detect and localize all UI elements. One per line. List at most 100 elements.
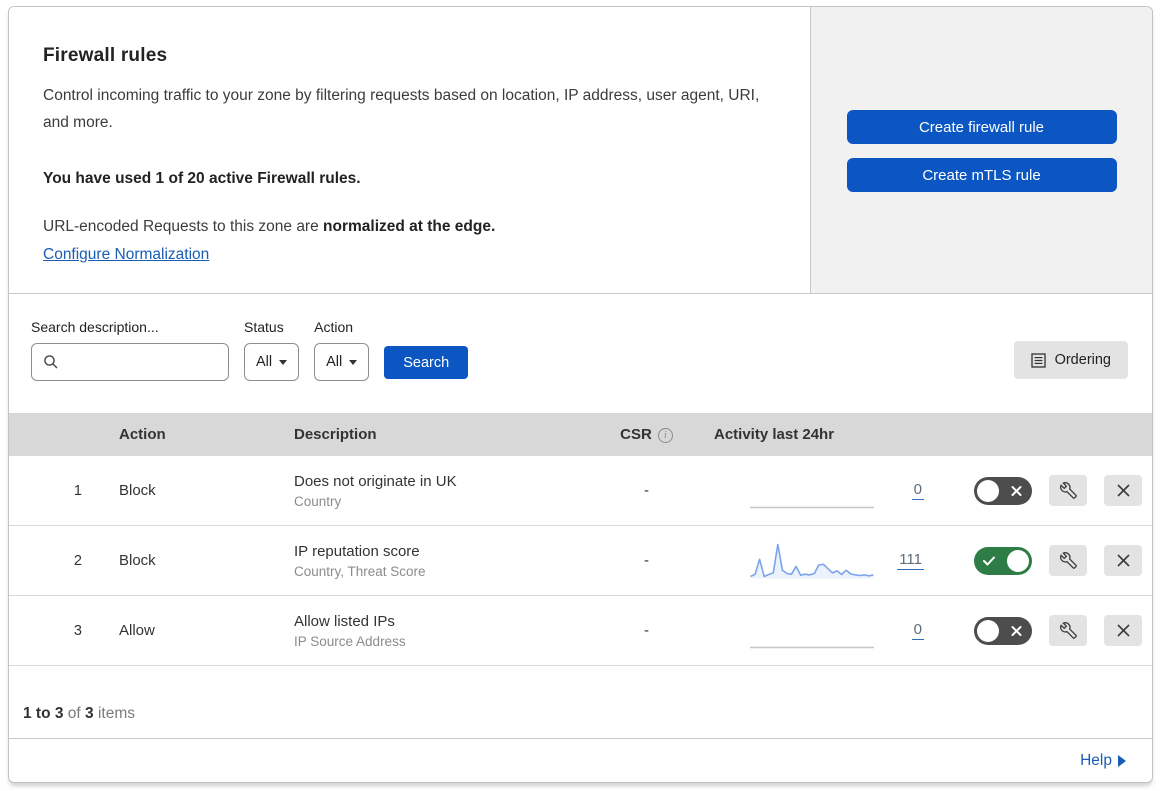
rule-action: Block	[119, 552, 156, 569]
configure-normalization-link[interactable]: Configure Normalization	[43, 246, 209, 264]
search-label: Search description...	[31, 319, 159, 335]
rule-csr: -	[644, 622, 649, 639]
chevron-down-icon	[349, 359, 358, 365]
rule-description-cell: IP reputation score Country, Threat Scor…	[279, 543, 599, 579]
rule-activity-cell: 111	[694, 541, 959, 581]
rule-description: Does not originate in UK	[294, 472, 457, 490]
activity-sparkline	[750, 506, 874, 508]
x-icon	[1011, 485, 1022, 496]
rule-csr: -	[644, 552, 649, 569]
rule-number: 1	[73, 482, 82, 499]
help-link[interactable]: Help	[1080, 752, 1126, 770]
table-header-row: Action Description CSR i Activity last 24…	[9, 413, 1152, 456]
activity-count-link[interactable]: 0	[911, 621, 924, 640]
page-title: Firewall rules	[43, 45, 168, 66]
ordering-label: Ordering	[1054, 352, 1111, 368]
chevron-down-icon	[279, 359, 288, 365]
search-button[interactable]: Search	[384, 346, 469, 379]
wrench-icon	[1059, 482, 1077, 499]
status-value: All	[256, 354, 273, 370]
activity-count-link[interactable]: 0	[911, 481, 924, 500]
activity-count-link[interactable]: 111	[897, 551, 924, 570]
action-select[interactable]: All	[314, 343, 370, 381]
normalization-line: URL-encoded Requests to this zone are no…	[43, 218, 770, 236]
page-description: Control incoming traffic to your zone by…	[43, 87, 760, 132]
rule-number: 3	[73, 622, 82, 639]
rule-action: Block	[119, 482, 156, 499]
action-filter-group: Action All	[314, 319, 370, 381]
normalization-text: URL-encoded Requests to this zone are	[43, 218, 319, 236]
of-text: of	[67, 705, 81, 722]
edit-rule-button[interactable]	[1049, 545, 1087, 576]
create-firewall-rule-button[interactable]: Create firewall rule	[846, 110, 1117, 144]
rule-fields: Country	[294, 493, 342, 509]
delete-rule-button[interactable]	[1104, 615, 1142, 646]
status-filter-group: Status All	[244, 319, 300, 381]
arrow-right-icon	[1118, 755, 1126, 767]
close-icon	[1116, 553, 1131, 568]
usage-line: You have used 1 of 20 active Firewall ru…	[43, 170, 361, 188]
column-action: Action	[119, 426, 166, 443]
rule-description: Allow listed IPs	[294, 612, 395, 630]
total-text: 3	[85, 705, 94, 722]
column-csr: CSR i	[599, 426, 694, 443]
header-section: Firewall rules Control incoming traffic …	[9, 7, 1152, 294]
rule-number: 2	[73, 552, 82, 569]
search-group: Search description...	[31, 319, 229, 381]
csr-header-label: CSR	[620, 426, 652, 443]
header-left: Firewall rules Control incoming traffic …	[9, 7, 810, 293]
rule-controls	[959, 545, 1152, 576]
rule-controls	[959, 615, 1152, 646]
rule-description-cell: Does not originate in UK Country	[279, 473, 599, 509]
activity-sparkline	[750, 646, 874, 648]
rule-action: Allow	[119, 622, 155, 639]
info-icon[interactable]: i	[657, 428, 673, 443]
close-icon	[1116, 623, 1131, 638]
wrench-icon	[1059, 622, 1077, 639]
toggle-knob	[1007, 549, 1029, 572]
rule-activity-cell: 0	[694, 611, 959, 651]
rule-activity-cell: 0	[694, 471, 959, 511]
create-mtls-rule-button[interactable]: Create mTLS rule	[846, 158, 1117, 192]
ordering-button[interactable]: Ordering	[1013, 341, 1128, 379]
enable-toggle[interactable]	[974, 616, 1032, 645]
delete-rule-button[interactable]	[1104, 475, 1142, 506]
rule-controls	[959, 475, 1152, 506]
search-input[interactable]	[31, 343, 229, 381]
check-icon	[983, 556, 995, 566]
range-text: 1 to 3	[23, 705, 64, 722]
rule-fields: Country, Threat Score	[294, 563, 426, 579]
toggle-knob	[977, 619, 999, 642]
column-activity: Activity last 24hr	[714, 426, 835, 443]
action-label: Action	[314, 319, 354, 335]
status-label: Status	[244, 319, 284, 335]
firewall-rules-card: Firewall rules Control incoming traffic …	[8, 6, 1153, 783]
normalization-bold: normalized at the edge.	[323, 218, 496, 236]
close-icon	[1116, 483, 1131, 498]
action-value: All	[326, 354, 343, 370]
activity-sparkline	[750, 543, 874, 578]
rule-fields: IP Source Address	[294, 633, 406, 649]
wrench-icon	[1059, 552, 1077, 569]
filter-bar: Search description... Status All Action …	[9, 294, 1152, 413]
pagination-info-row: 1 to 3 of 3 items	[9, 666, 1152, 739]
enable-toggle[interactable]	[974, 476, 1032, 505]
delete-rule-button[interactable]	[1104, 545, 1142, 576]
rule-description-cell: Allow listed IPs IP Source Address	[279, 613, 599, 649]
rule-description: IP reputation score	[294, 542, 420, 560]
status-select[interactable]: All	[244, 343, 300, 381]
x-icon	[1011, 625, 1022, 636]
table-row: 2 Block IP reputation score Country, Thr…	[9, 526, 1152, 596]
header-actions-panel: Create firewall rule Create mTLS rule	[810, 7, 1152, 293]
ordering-list-icon	[1030, 352, 1046, 368]
help-label: Help	[1080, 752, 1112, 769]
items-count-text: 1 to 3 of 3 items	[23, 705, 135, 723]
edit-rule-button[interactable]	[1049, 615, 1087, 646]
items-text: items	[97, 705, 136, 722]
edit-rule-button[interactable]	[1049, 475, 1087, 506]
help-row: Help	[9, 739, 1152, 782]
column-description: Description	[294, 426, 377, 443]
rule-csr: -	[644, 482, 649, 499]
search-icon	[43, 354, 59, 370]
enable-toggle[interactable]	[974, 546, 1032, 575]
